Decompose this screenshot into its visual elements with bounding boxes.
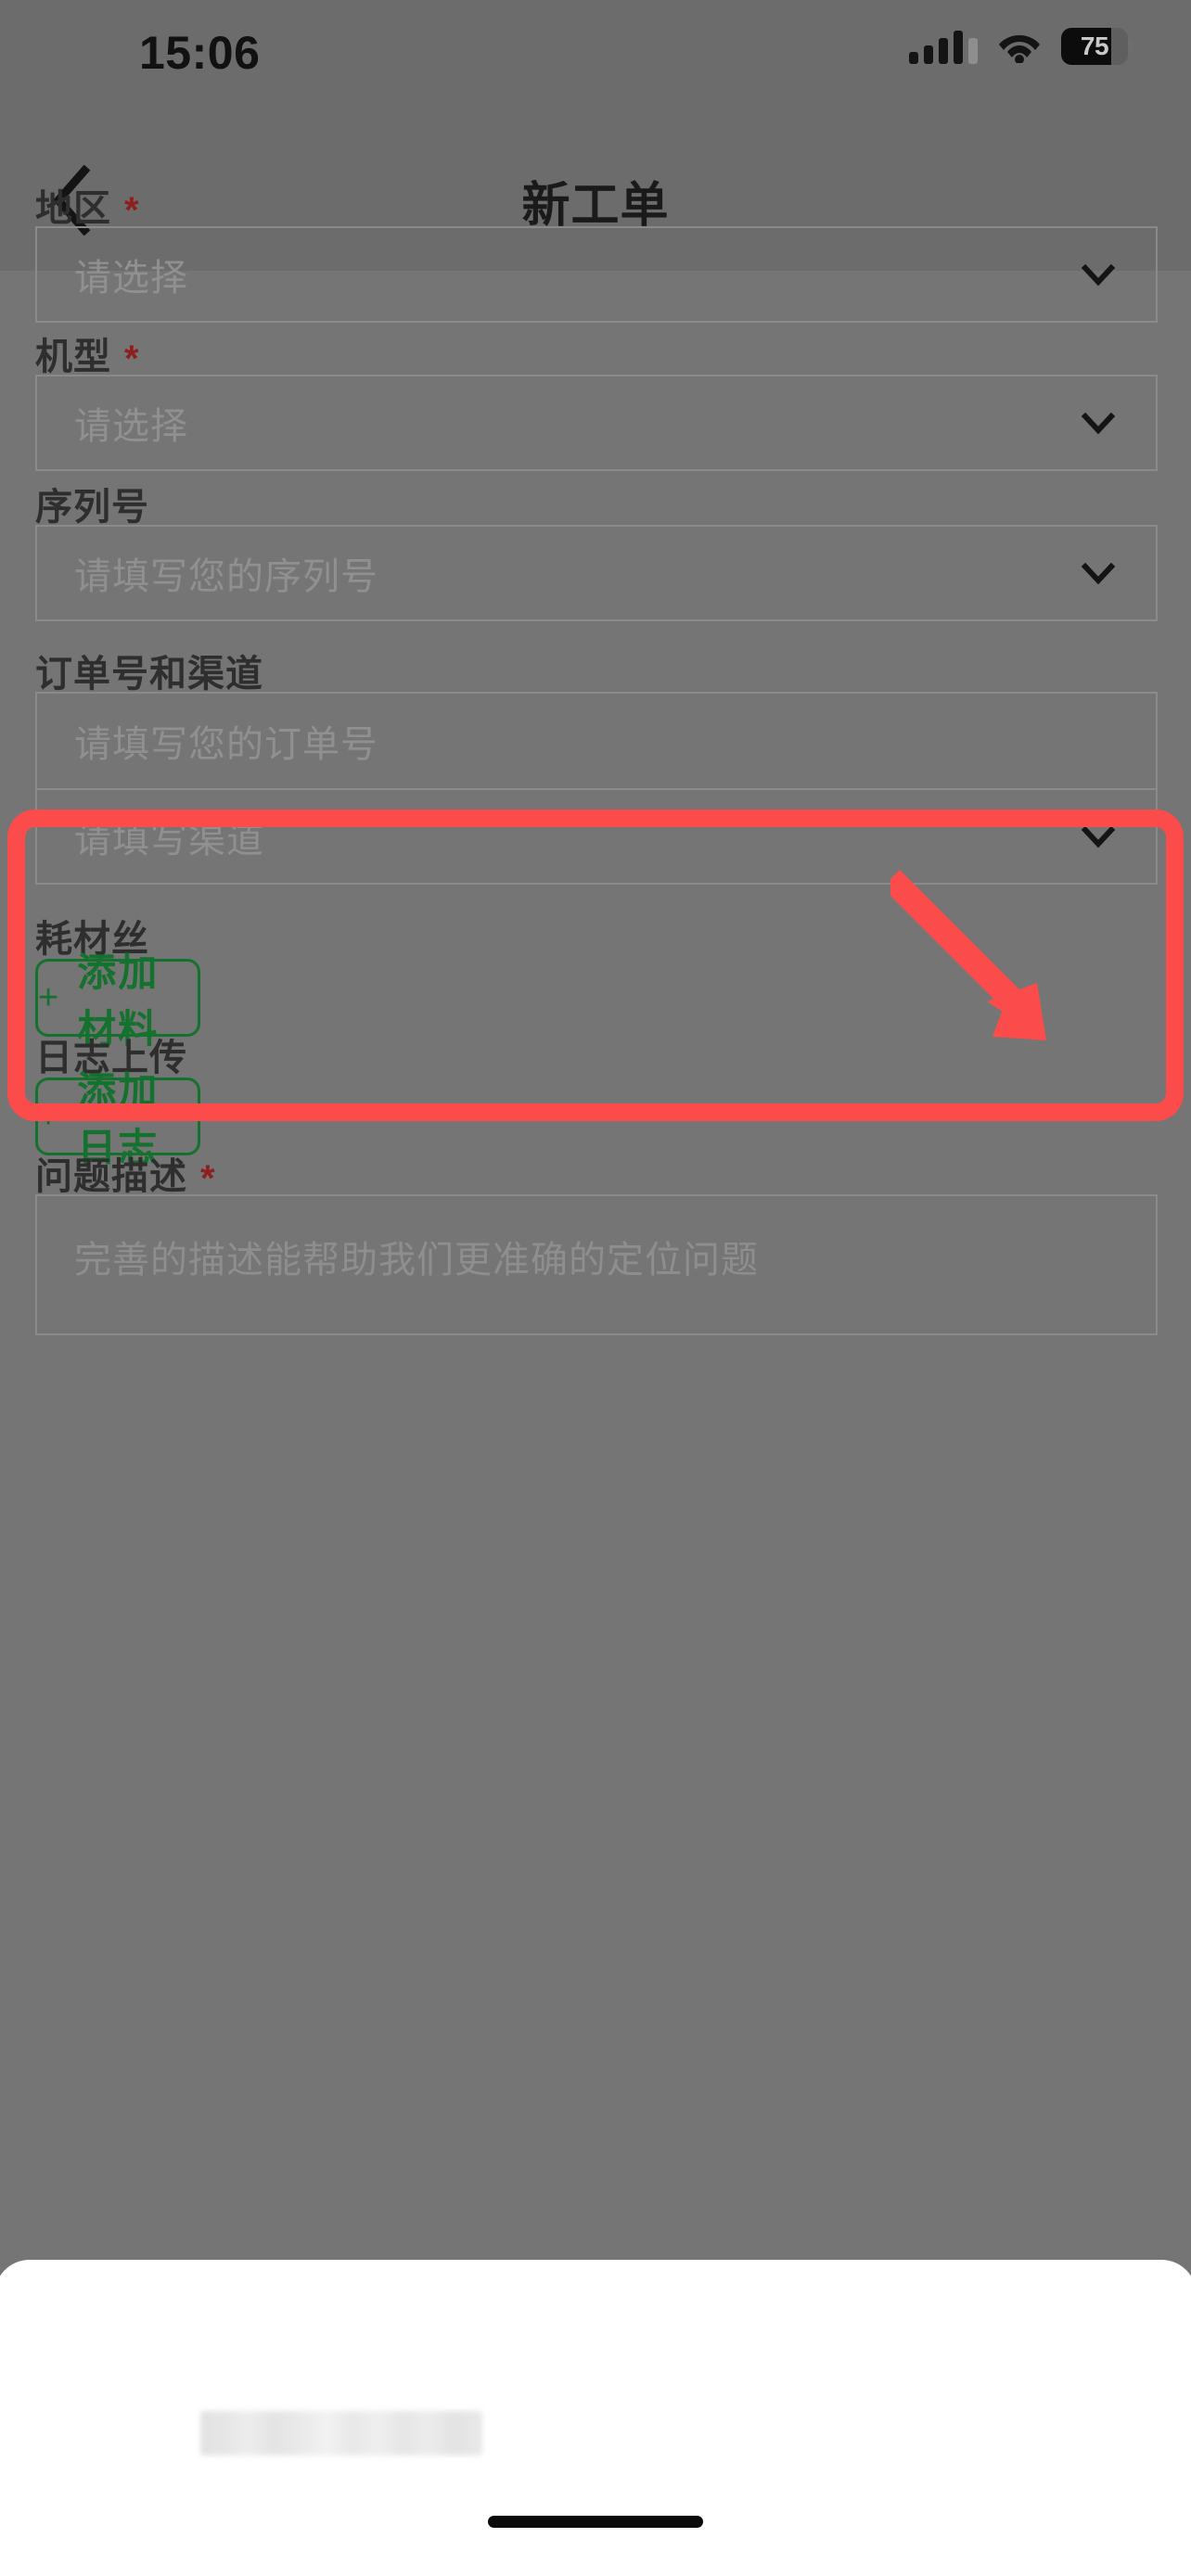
region-select[interactable]: 请选择 xyxy=(35,226,1158,323)
problem-description-required-marker: * xyxy=(200,1158,216,1199)
cellular-signal-icon xyxy=(909,29,978,64)
status-bar-time: 15:06 xyxy=(139,27,261,79)
wifi-icon xyxy=(998,30,1041,63)
phone-screen: 15:06 75 新工单 地区 * 请选择 机型 * 请选择 序列号 请填写您的… xyxy=(0,0,1191,2576)
redacted-content xyxy=(200,2411,482,2455)
model-required-marker: * xyxy=(124,338,140,379)
chevron-down-icon xyxy=(1080,818,1117,855)
model-label: 机型 * xyxy=(35,337,140,379)
order-number-placeholder: 请填写您的订单号 xyxy=(74,724,378,765)
add-material-button[interactable]: + 添加材料 xyxy=(35,950,200,1051)
home-indicator[interactable] xyxy=(488,2516,703,2528)
problem-description-textarea[interactable]: 完善的描述能帮助我们更准确的定位问题 xyxy=(35,1194,1158,1335)
order-and-channel-label: 订单号和渠道 xyxy=(35,654,263,695)
problem-description-placeholder: 完善的描述能帮助我们更准确的定位问题 xyxy=(74,1240,759,1281)
bottom-sheet xyxy=(0,2260,1191,2576)
plus-icon: + xyxy=(38,1097,59,1136)
chevron-down-icon xyxy=(1080,256,1117,293)
region-placeholder: 请选择 xyxy=(74,258,188,299)
model-select[interactable]: 请选择 xyxy=(35,375,1158,471)
problem-description-label: 问题描述 * xyxy=(35,1156,216,1199)
status-bar-indicators: 75 xyxy=(909,28,1133,65)
serial-number-placeholder: 请填写您的序列号 xyxy=(74,556,378,597)
channel-select[interactable]: 请填写渠道 xyxy=(37,788,1156,883)
region-label: 地区 * xyxy=(35,188,140,231)
plus-icon: + xyxy=(38,978,59,1017)
chevron-down-icon xyxy=(1080,404,1117,441)
model-placeholder: 请选择 xyxy=(74,406,188,447)
channel-placeholder: 请填写渠道 xyxy=(74,820,264,861)
battery-icon: 75 xyxy=(1061,28,1133,65)
form-content: 地区 * 请选择 机型 * 请选择 序列号 请填写您的序列号 订单号和渠道 请填… xyxy=(0,188,1191,2260)
chevron-down-icon[interactable] xyxy=(1080,555,1117,592)
serial-number-input[interactable]: 请填写您的序列号 xyxy=(35,525,1158,621)
battery-percent-label: 75 xyxy=(1080,32,1109,60)
status-bar: 15:06 75 xyxy=(0,0,1191,130)
region-required-marker: * xyxy=(124,190,140,231)
order-and-channel-group: 请填写您的订单号 请填写渠道 xyxy=(35,692,1158,885)
order-number-input[interactable]: 请填写您的订单号 xyxy=(37,694,1156,788)
serial-number-label: 序列号 xyxy=(35,487,149,528)
add-log-button[interactable]: + 添加日志 xyxy=(35,1069,200,1169)
